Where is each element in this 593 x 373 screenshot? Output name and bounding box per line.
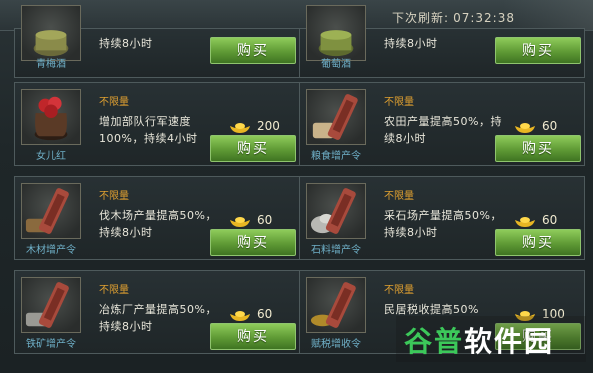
item-description: 冶炼厂产量提高50%，持续8小时 [99, 303, 217, 333]
limit-label: 不限量 [384, 285, 414, 296]
gold-ingot-icon [230, 123, 250, 133]
item-name: 女儿红 [36, 151, 66, 162]
tax-token-icon [306, 277, 366, 333]
watermark-part1: 谷普 [404, 325, 465, 358]
item-name: 粮食增产令 [311, 151, 361, 162]
item-description: 持续8小时 [99, 37, 153, 50]
shop-item-card: 葡萄酒 持续8小时 购买 [299, 5, 585, 78]
shop-item-card: 石料增产令 不限量 采石场产量提高50%，持续8小时 60 购买 [299, 176, 585, 260]
shop-item-card: 女儿红 不限量 增加部队行军速度100%，持续4小时 200 购买 [14, 82, 300, 166]
gold-ingot-icon [515, 123, 535, 133]
grain-token-icon [306, 89, 366, 145]
gold-ingot-icon [230, 311, 250, 321]
header-decoration [503, 0, 593, 30]
item-description: 增加部队行军速度100%，持续4小时 [99, 115, 198, 145]
buy-button[interactable]: 购买 [210, 229, 296, 256]
shop-item-card: 木材增产令 不限量 伐木场产量提高50%，持续8小时 60 购买 [14, 176, 300, 260]
limit-label: 不限量 [99, 97, 129, 108]
limit-label: 不限量 [99, 191, 129, 202]
refresh-timer: 下次刷新: 07:32:38 [392, 9, 515, 26]
item-price: 60 [257, 213, 273, 227]
red-wine-jar-icon [21, 89, 81, 145]
item-price: 200 [257, 119, 280, 133]
buy-button[interactable]: 购买 [210, 37, 296, 64]
item-description: 采石场产量提高50%，持续8小时 [384, 209, 502, 239]
refresh-label: 下次刷新: [392, 11, 450, 25]
item-price: 60 [542, 119, 558, 133]
item-name: 赋税增收令 [311, 339, 361, 350]
buy-button[interactable]: 购买 [495, 135, 581, 162]
gold-ingot-icon [230, 217, 250, 227]
item-price: 60 [542, 213, 558, 227]
item-name: 青梅酒 [36, 59, 66, 70]
refresh-time: 07:32:38 [453, 11, 515, 25]
site-watermark: 谷普软件园 [404, 320, 554, 360]
shop-item-card: 铁矿增产令 不限量 冶炼厂产量提高50%，持续8小时 60 购买 [14, 270, 300, 354]
buy-button[interactable]: 购买 [210, 135, 296, 162]
limit-label: 不限量 [384, 97, 414, 108]
item-price: 60 [257, 307, 273, 321]
grape-wine-jar-icon [306, 5, 366, 61]
shop-item-card: 青梅酒 持续8小时 购买 [14, 5, 300, 78]
item-name: 葡萄酒 [321, 59, 351, 70]
shop-header-bar: 下次刷新: 07:32:38 [0, 0, 593, 31]
buy-button[interactable]: 购买 [495, 229, 581, 256]
item-name: 木材增产令 [26, 245, 76, 256]
buy-button[interactable]: 购买 [210, 323, 296, 350]
buy-button[interactable]: 购买 [495, 37, 581, 64]
stone-token-icon [306, 183, 366, 239]
item-name: 石料增产令 [311, 245, 361, 256]
limit-label: 不限量 [99, 285, 129, 296]
item-name: 铁矿增产令 [26, 339, 76, 350]
shop-item-card: 粮食增产令 不限量 农田产量提高50%，持续8小时 60 购买 [299, 82, 585, 166]
gold-ingot-icon [515, 217, 535, 227]
green-wine-jar-icon [21, 5, 81, 61]
item-description: 伐木场产量提高50%，持续8小时 [99, 209, 217, 239]
wood-token-icon [21, 183, 81, 239]
iron-token-icon [21, 277, 81, 333]
item-description: 持续8小时 [384, 37, 438, 50]
watermark-part2: 软件园 [464, 325, 555, 358]
item-description: 农田产量提高50%，持续8小时 [384, 115, 502, 145]
limit-label: 不限量 [384, 191, 414, 202]
